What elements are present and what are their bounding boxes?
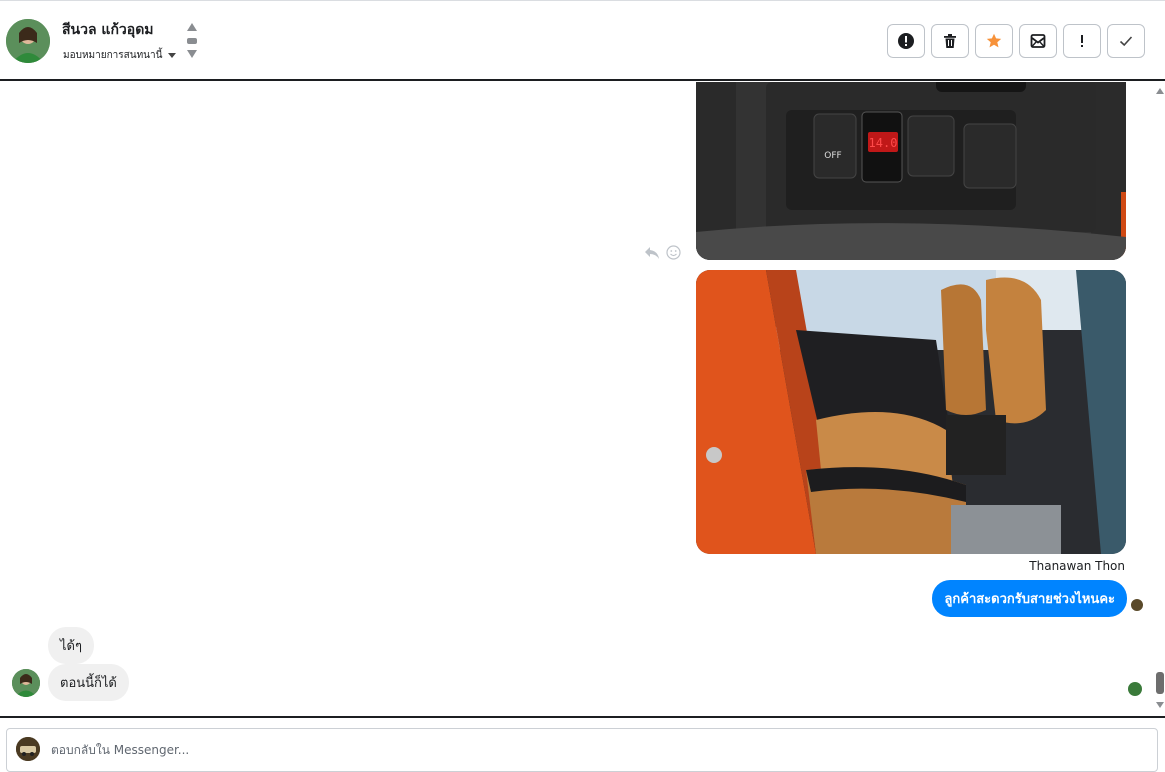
conversation-header: สีนวล แก้วอุดม มอบหมายการสนทนานี้ bbox=[0, 0, 1165, 81]
exclamation-icon bbox=[1081, 35, 1083, 47]
assign-label: มอบหมายการสนทนานี้ bbox=[63, 50, 163, 61]
conversation-actions bbox=[887, 24, 1145, 58]
scroll-up-icon[interactable] bbox=[1156, 88, 1164, 94]
reply-input[interactable] bbox=[51, 729, 1141, 771]
previous-conversation-icon[interactable] bbox=[187, 23, 197, 31]
seen-avatar-contact bbox=[1128, 682, 1142, 696]
shared-photo-dashboard[interactable]: OFF 14.0 bbox=[696, 82, 1126, 260]
message-tools bbox=[644, 245, 681, 260]
trash-icon bbox=[944, 34, 956, 48]
reply-icon[interactable] bbox=[644, 246, 660, 260]
incoming-message[interactable]: ได้ๆ bbox=[48, 627, 94, 664]
follow-up-button[interactable] bbox=[1063, 24, 1101, 58]
nav-handle-icon bbox=[187, 38, 197, 44]
svg-text:14.0: 14.0 bbox=[869, 136, 898, 150]
sender-name: Thanawan Thon bbox=[1029, 559, 1125, 573]
contact-name: สีนวล แก้วอุดม bbox=[62, 22, 154, 38]
seen-avatar-page bbox=[1130, 598, 1144, 612]
incoming-message[interactable]: ตอนนี้ก็ได้ bbox=[48, 664, 129, 701]
page-avatar bbox=[16, 737, 40, 761]
scroll-thumb[interactable] bbox=[1156, 672, 1164, 694]
shared-photo-rear-seats[interactable] bbox=[696, 270, 1126, 554]
check-icon bbox=[1119, 36, 1133, 47]
next-conversation-icon[interactable] bbox=[187, 50, 197, 58]
scroll-down-icon[interactable] bbox=[1156, 702, 1164, 708]
mark-unread-button[interactable] bbox=[1019, 24, 1057, 58]
outgoing-message[interactable]: ลูกค้าสะดวกรับสายช่วงไหนคะ bbox=[932, 580, 1127, 617]
star-icon bbox=[986, 33, 1002, 48]
message-thread: OFF 14.0 Thanawan Thon ลูกค้าสะดวกรับสาย… bbox=[0, 82, 1165, 716]
mark-unread-icon bbox=[1030, 34, 1046, 48]
contact-avatar-small bbox=[12, 669, 40, 697]
thread-scrollbar[interactable] bbox=[1155, 82, 1165, 716]
done-button[interactable] bbox=[1107, 24, 1145, 58]
alert-circle-icon bbox=[898, 33, 914, 49]
chevron-down-icon bbox=[168, 53, 177, 58]
react-emoji-icon[interactable] bbox=[666, 245, 681, 260]
contact-avatar[interactable] bbox=[6, 19, 50, 63]
star-button[interactable] bbox=[975, 24, 1013, 58]
delete-button[interactable] bbox=[931, 24, 969, 58]
assign-conversation-dropdown[interactable]: มอบหมายการสนทนานี้ bbox=[63, 48, 177, 63]
composer-area bbox=[0, 716, 1165, 772]
svg-text:OFF: OFF bbox=[824, 151, 841, 161]
report-button[interactable] bbox=[887, 24, 925, 58]
reply-composer bbox=[6, 728, 1158, 772]
conversation-nav bbox=[186, 21, 198, 61]
